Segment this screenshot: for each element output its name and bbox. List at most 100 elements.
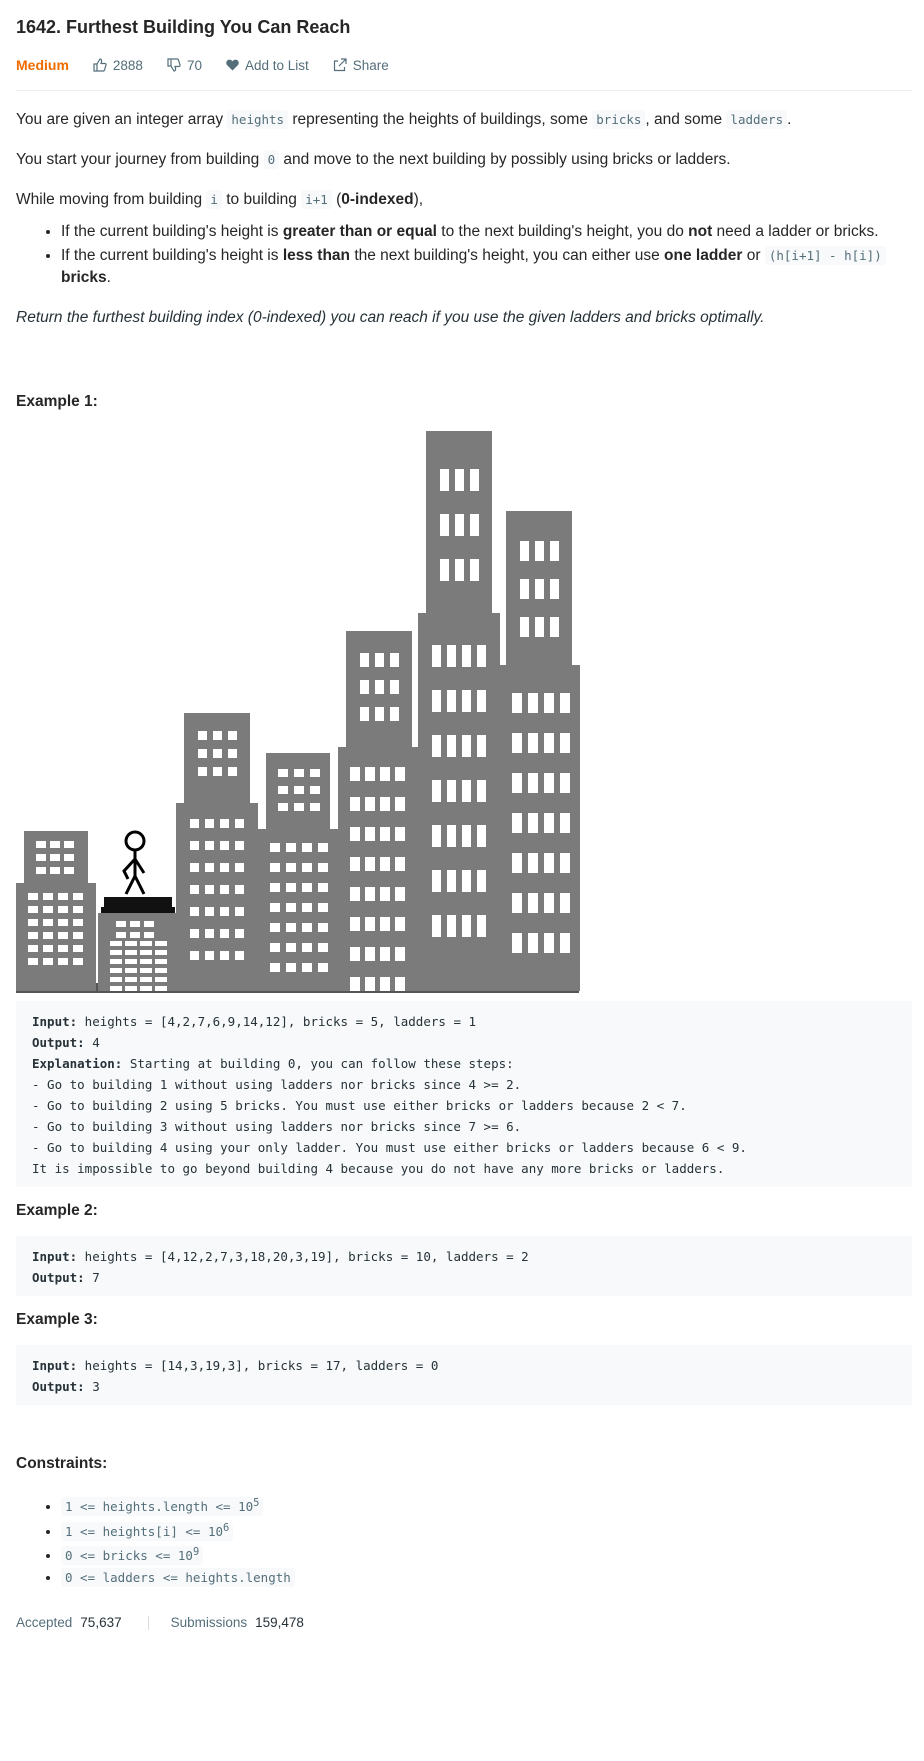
text: If the current building's height is xyxy=(61,223,283,240)
stick-figure xyxy=(122,830,146,895)
window xyxy=(350,857,360,871)
window xyxy=(220,907,229,916)
problem-description: You are given an integer array heights r… xyxy=(16,91,912,1634)
window xyxy=(116,932,126,938)
window xyxy=(350,827,360,841)
window xyxy=(278,769,288,777)
window xyxy=(462,690,471,712)
add-to-list-button[interactable]: Add to List xyxy=(226,58,309,73)
window xyxy=(560,813,570,833)
window xyxy=(28,893,38,900)
constraints-title: Constraints: xyxy=(16,1455,108,1472)
example-1-block: Input: heights = [4,2,7,6,9,14,12], bric… xyxy=(16,1001,912,1187)
share-icon xyxy=(333,58,347,72)
window xyxy=(310,803,320,811)
like-count: 2888 xyxy=(112,57,143,73)
explanation-step: - Go to building 2 using 5 bricks. You m… xyxy=(32,1098,687,1113)
window xyxy=(455,559,464,581)
window xyxy=(140,959,152,964)
window xyxy=(544,733,554,753)
window xyxy=(220,951,229,960)
bold-text: 0-indexed xyxy=(341,191,414,208)
window xyxy=(544,693,554,713)
window xyxy=(380,947,390,961)
window xyxy=(43,919,53,926)
window xyxy=(512,773,522,793)
window xyxy=(64,841,74,848)
window xyxy=(395,797,405,811)
description-paragraph-1: You are given an integer array heights r… xyxy=(16,109,912,131)
constraint-item: 0 <= bricks <= 109 xyxy=(61,1542,912,1567)
window xyxy=(447,735,456,757)
window xyxy=(432,690,441,712)
window xyxy=(198,767,207,776)
window xyxy=(64,854,74,861)
window xyxy=(365,857,375,871)
constraint-text: 0 <= ladders <= heights.length xyxy=(65,1569,291,1585)
window xyxy=(528,733,538,753)
window xyxy=(520,579,529,599)
text: representing the heights of buildings, s… xyxy=(288,111,593,128)
share-button[interactable]: Share xyxy=(333,58,389,73)
bold-text: less than xyxy=(282,247,351,264)
explanation-text: Starting at building 0, you can follow t… xyxy=(122,1056,514,1071)
window xyxy=(73,906,83,913)
window xyxy=(462,735,471,757)
window xyxy=(380,827,390,841)
window xyxy=(350,767,360,781)
window xyxy=(125,986,137,991)
bold-text: greater than or equal xyxy=(282,223,437,240)
add-to-list-label: Add to List xyxy=(244,57,309,73)
constraint-item: 1 <= heights.length <= 105 xyxy=(61,1493,912,1518)
window xyxy=(144,932,154,938)
dislike-button[interactable]: 70 xyxy=(167,58,202,73)
window xyxy=(36,867,46,874)
window xyxy=(228,767,237,776)
output-label: Output: xyxy=(32,1035,85,1050)
submissions-count: 159,478 xyxy=(255,1615,304,1631)
window xyxy=(470,559,479,581)
window xyxy=(512,693,522,713)
window xyxy=(144,921,154,927)
example-title: Example 3: xyxy=(16,1311,98,1328)
window xyxy=(512,733,522,753)
goal-statement: Return the furthest building index (0-in… xyxy=(16,309,765,326)
window xyxy=(213,749,222,758)
exponent: 5 xyxy=(253,1497,260,1509)
window xyxy=(380,887,390,901)
window xyxy=(205,863,214,872)
window xyxy=(205,951,214,960)
window xyxy=(447,780,456,802)
window xyxy=(310,786,320,794)
window xyxy=(278,786,288,794)
window xyxy=(73,932,83,939)
window xyxy=(205,907,214,916)
window xyxy=(205,929,214,938)
window xyxy=(350,947,360,961)
window xyxy=(447,645,456,667)
constraint-text: 1 <= heights[i] <= 10 xyxy=(65,1523,224,1539)
window xyxy=(50,854,60,861)
window xyxy=(365,767,375,781)
window xyxy=(270,883,280,892)
window xyxy=(140,986,152,991)
window xyxy=(302,923,312,932)
window xyxy=(125,968,137,973)
window xyxy=(395,887,405,901)
window xyxy=(73,893,83,900)
window xyxy=(512,893,522,913)
exponent: 9 xyxy=(192,1546,200,1559)
window xyxy=(155,968,167,973)
window xyxy=(375,707,384,721)
window xyxy=(235,885,244,894)
inline-code: bricks xyxy=(592,110,646,129)
window xyxy=(395,947,405,961)
submission-stats: Accepted 75,637 Submissions 159,478 xyxy=(16,1612,912,1634)
input-value: heights = [14,3,19,3], bricks = 17, ladd… xyxy=(77,1358,439,1373)
window xyxy=(125,950,137,955)
like-button[interactable]: 2888 xyxy=(93,58,143,73)
text: or xyxy=(742,247,765,264)
window xyxy=(43,945,53,952)
input-label: Input: xyxy=(32,1014,78,1029)
window xyxy=(235,951,244,960)
